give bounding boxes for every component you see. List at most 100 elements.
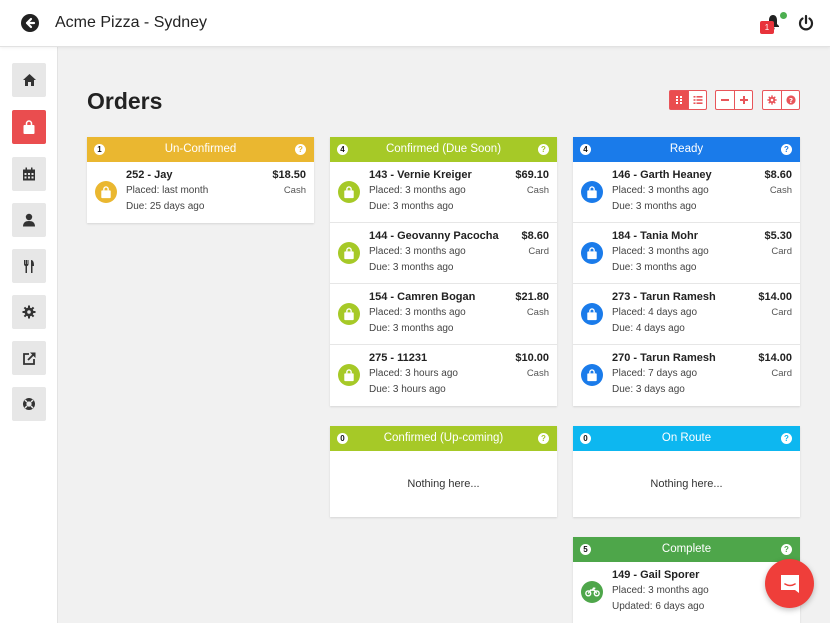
home-icon [22, 74, 36, 86]
order-due-time: Due: 3 months ago [369, 262, 454, 273]
board-help-button[interactable]: ? [781, 91, 799, 109]
column-count-badge: 1 [94, 144, 105, 155]
order-placed-time: Placed: 7 days ago [612, 368, 698, 379]
empty-column-message: Nothing here... [650, 478, 723, 490]
order-payment-method: Card [771, 246, 792, 257]
question-circle-icon[interactable]: ? [781, 433, 792, 444]
sidebar-item-external-link[interactable] [12, 341, 46, 375]
column-header: 1 Un-Confirmed? [87, 137, 314, 162]
column-title: On Route [661, 432, 712, 444]
app-title: Acme Pizza - Sydney [55, 14, 208, 31]
zoom-out-button[interactable] [716, 91, 734, 109]
top-bar: Acme Pizza - Sydney 1 [0, 0, 830, 47]
order-card[interactable]: 273 - Tarun Ramesh Placed: 4 days ago Due:… [573, 284, 800, 345]
board-settings-button[interactable] [763, 91, 781, 109]
back-button[interactable] [21, 14, 39, 32]
order-placed-time: Placed: 3 hours ago [369, 368, 458, 379]
view-toggle-group [669, 90, 707, 110]
shopping-bag-icon [581, 303, 603, 325]
order-placed-time: Placed: 3 months ago [369, 246, 466, 257]
svg-text:?: ? [788, 97, 792, 105]
zoom-in-button[interactable] [734, 91, 752, 109]
shopping-bag-icon [338, 303, 360, 325]
column-title: Un-Confirmed [164, 143, 237, 155]
order-placed-time: Placed: last month [126, 185, 209, 196]
order-placed-time: Placed: 3 months ago [369, 185, 466, 196]
order-due-time: Due: 3 hours ago [369, 384, 446, 395]
order-title: 270 - Tarun Ramesh [612, 352, 716, 364]
column-header: 4 Confirmed (Due Soon)? [330, 137, 557, 162]
sidebar-item-orders[interactable] [12, 110, 46, 144]
question-circle-icon[interactable]: ? [538, 433, 549, 444]
order-price: $14.00 [758, 291, 792, 303]
life-ring-icon [23, 398, 35, 410]
order-price: $18.50 [272, 169, 306, 181]
question-circle-icon[interactable]: ? [781, 544, 792, 555]
order-card[interactable]: 146 - Garth Heaney Placed: 3 months ago Du… [573, 162, 800, 223]
sidebar-item-home[interactable] [12, 63, 46, 97]
sidebar-item-menus[interactable] [12, 249, 46, 283]
question-circle-icon[interactable]: ? [295, 144, 306, 155]
sidebar-item-support[interactable] [12, 387, 46, 421]
power-icon [798, 14, 814, 31]
order-payment-method: Cash [526, 307, 549, 318]
column-on-route: 0 On Route? Nothing here... [573, 426, 800, 517]
chat-icon [780, 574, 799, 593]
order-due-time: Due: 3 months ago [369, 323, 454, 334]
column-title: Confirmed (Up-coming) [383, 432, 504, 444]
logout-button[interactable] [797, 14, 815, 32]
shopping-bag-icon [338, 364, 360, 386]
notification-count-badge: 1 [760, 21, 774, 34]
zoom-controls [715, 90, 753, 110]
plus-icon [739, 96, 748, 104]
online-status-dot [780, 12, 787, 19]
order-card[interactable]: 143 - Vernie Kreiger Placed: 3 months ago… [330, 162, 557, 223]
order-card[interactable]: 144 - Geovanny Pacocha Placed: 3 months a… [330, 223, 557, 284]
shopping-bag-icon [581, 364, 603, 386]
column-count-badge: 5 [580, 544, 591, 555]
column-count-badge: 4 [580, 144, 591, 155]
order-card[interactable]: 154 - Camren Bogan Placed: 3 months ago Du… [330, 284, 557, 345]
order-placed-time: Placed: 4 days ago [612, 307, 698, 318]
order-due-time: Due: 25 days ago [126, 201, 205, 212]
grid-view-button[interactable] [670, 91, 688, 109]
calendar-icon [23, 167, 35, 181]
column-count-badge: 0 [337, 433, 348, 444]
user-icon [23, 213, 35, 227]
column-title: Ready [669, 143, 704, 155]
order-due-time: Due: 3 months ago [369, 201, 454, 212]
sidebar-item-bookings[interactable] [12, 157, 46, 191]
order-card[interactable]: 275 - 11231 Placed: 3 hours ago Due: 3 hou… [330, 345, 557, 406]
order-payment-method: Cash [526, 368, 549, 379]
order-title: 184 - Tania Mohr [612, 230, 698, 242]
empty-column-message: Nothing here... [407, 478, 480, 490]
chat-launcher-button[interactable] [765, 559, 814, 608]
sidebar-item-settings[interactable] [12, 295, 46, 329]
question-circle-icon[interactable]: ? [781, 144, 792, 155]
grid-icon [676, 96, 682, 104]
order-card[interactable]: 252 - Jay Placed: last month Due: 25 days … [87, 162, 314, 223]
column-count-badge: 0 [580, 433, 591, 444]
order-price: $10.00 [515, 352, 549, 364]
shopping-bag-icon [23, 119, 35, 134]
notifications-button[interactable]: 1 [760, 12, 787, 38]
question-circle-icon[interactable]: ? [538, 144, 549, 155]
order-price: $69.10 [515, 169, 549, 181]
column-confirmed-upcoming: 0 Confirmed (Up-coming)? Nothing here... [330, 426, 557, 517]
question-circle-icon: ? [785, 95, 796, 105]
sidebar-item-customers[interactable] [12, 203, 46, 237]
order-title: 252 - Jay [126, 169, 173, 181]
order-title: 154 - Camren Bogan [369, 291, 476, 303]
order-placed-time: Placed: 3 months ago [369, 307, 466, 318]
list-view-button[interactable] [688, 91, 706, 109]
order-due-time: Due: 3 months ago [612, 262, 697, 273]
gear-icon [767, 95, 777, 105]
page-title: Orders [87, 88, 163, 114]
order-due-time: Updated: 6 days ago [612, 601, 705, 612]
order-card[interactable]: 270 - Tarun Ramesh Placed: 7 days ago Due:… [573, 345, 800, 406]
column-title: Confirmed (Due Soon) [385, 143, 502, 155]
order-price: $5.30 [764, 230, 792, 242]
order-card[interactable]: 184 - Tania Mohr Placed: 3 months ago Due:… [573, 223, 800, 284]
order-payment-method: Cash [283, 185, 306, 196]
order-due-time: Due: 3 days ago [612, 384, 685, 395]
